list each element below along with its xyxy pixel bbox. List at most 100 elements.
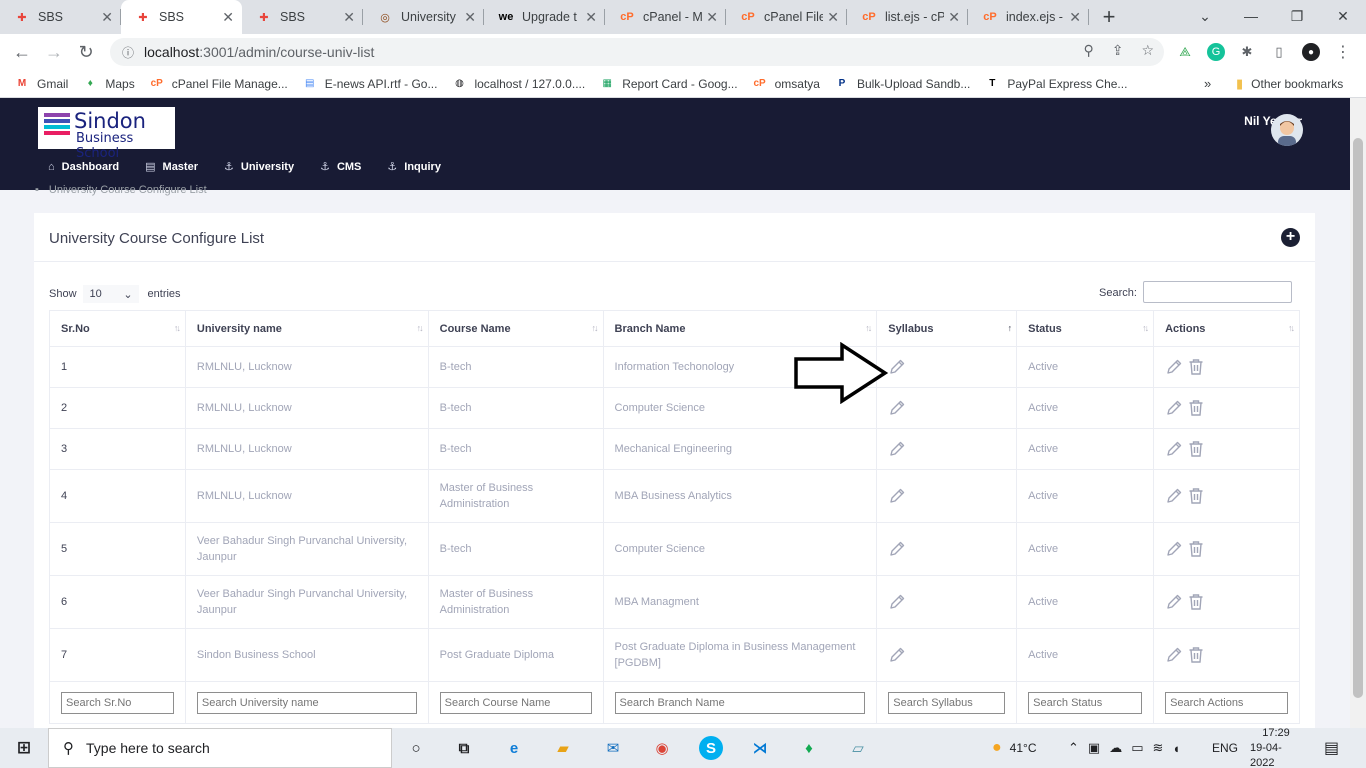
language-indicator[interactable]: ENG bbox=[1212, 728, 1238, 768]
entries-select[interactable]: 10 ⌄ bbox=[82, 285, 139, 303]
extensions-puzzle-icon[interactable]: ✱ bbox=[1238, 43, 1256, 61]
chevron-up-icon[interactable]: ⌃ bbox=[1068, 740, 1079, 756]
edge-icon[interactable]: e bbox=[502, 736, 526, 760]
bookmark-9[interactable]: T PayPal Express Che... bbox=[984, 76, 1127, 92]
bookmark-7[interactable]: cP omsatya bbox=[752, 76, 819, 92]
weather-widget[interactable]: ● 41°C bbox=[992, 728, 1036, 768]
tab-close-icon[interactable]: ✕ bbox=[948, 9, 960, 26]
edit-syllabus-icon[interactable] bbox=[888, 594, 906, 609]
edit-syllabus-icon[interactable] bbox=[888, 400, 906, 415]
filter-actions-input[interactable] bbox=[1165, 691, 1288, 714]
filter-branch-input[interactable] bbox=[614, 691, 866, 714]
zoom-icon[interactable]: ⚲ bbox=[1083, 42, 1093, 59]
add-button[interactable]: + bbox=[1281, 228, 1300, 247]
address-bar[interactable]: ⓘ localhost:3001/admin/course-univ-list … bbox=[110, 38, 1164, 66]
volume-icon[interactable]: ◖ bbox=[1172, 741, 1180, 756]
edit-syllabus-icon[interactable] bbox=[888, 488, 906, 503]
edit-icon[interactable] bbox=[1165, 647, 1183, 662]
delete-icon[interactable] bbox=[1187, 594, 1205, 610]
filter-syllabus-input[interactable] bbox=[888, 691, 1006, 714]
task-view-icon[interactable]: ⧉ bbox=[452, 736, 476, 760]
filter-course-input[interactable] bbox=[439, 691, 592, 714]
tab-close-icon[interactable]: ✕ bbox=[222, 9, 234, 26]
browser-tab-4[interactable]: ◎ University ✕ bbox=[363, 0, 484, 34]
edit-icon[interactable] bbox=[1165, 488, 1183, 503]
bookmark-star-icon[interactable]: ☆ bbox=[1141, 42, 1154, 59]
nav-master[interactable]: ▤ Master bbox=[145, 160, 198, 174]
bookmark-6[interactable]: ▦ Report Card - Goog... bbox=[599, 76, 737, 92]
vscode-icon[interactable]: ⋊ bbox=[748, 736, 772, 760]
page-scrollbar[interactable] bbox=[1350, 98, 1366, 728]
tab-close-icon[interactable]: ✕ bbox=[585, 9, 597, 26]
minimize-icon[interactable]: — bbox=[1228, 0, 1274, 32]
notifications-icon[interactable]: ▤ bbox=[1324, 728, 1339, 768]
profile-avatar[interactable]: ● bbox=[1302, 43, 1320, 61]
restore-icon[interactable]: ❐ bbox=[1274, 0, 1320, 32]
mail-icon[interactable]: ✉ bbox=[601, 736, 625, 760]
col-status[interactable]: Status ↑↓ bbox=[1016, 310, 1155, 347]
bookmark-3[interactable]: cP cPanel File Manage... bbox=[149, 76, 288, 92]
chrome-menu-icon[interactable]: ⋮ bbox=[1334, 43, 1352, 61]
new-tab-button[interactable]: + bbox=[1089, 0, 1129, 34]
site-logo[interactable]: Sindon Business School bbox=[38, 107, 175, 161]
edit-syllabus-icon[interactable] bbox=[888, 441, 906, 456]
filter-status-input[interactable] bbox=[1028, 691, 1143, 714]
site-info-icon[interactable]: ⓘ bbox=[122, 44, 134, 61]
app-icon[interactable]: ▱ bbox=[846, 736, 870, 760]
col-course[interactable]: Course Name ↑↓ bbox=[427, 310, 604, 347]
bookmarks-overflow-button[interactable]: » bbox=[1204, 76, 1211, 91]
bookmark-5[interactable]: ◍ localhost / 127.0.0.... bbox=[451, 76, 585, 92]
filter-sr-no-input[interactable] bbox=[61, 691, 174, 714]
edit-icon[interactable] bbox=[1165, 359, 1183, 374]
bookmark-4[interactable]: ▤ E-news API.rtf - Go... bbox=[302, 76, 437, 92]
browser-tab-2[interactable]: ✚ SBS ✕ bbox=[121, 0, 242, 34]
display-icon[interactable]: ▭ bbox=[1131, 740, 1143, 756]
edit-icon[interactable] bbox=[1165, 541, 1183, 556]
cortana-icon[interactable]: ○ bbox=[404, 736, 428, 760]
other-bookmarks[interactable]: ▮ Other bookmarks bbox=[1236, 76, 1343, 92]
nav-dashboard[interactable]: ⌂ Dashboard bbox=[48, 160, 119, 173]
mongodb-icon[interactable]: ♦ bbox=[797, 736, 821, 760]
browser-tab-5[interactable]: we Upgrade t ✕ bbox=[484, 0, 605, 34]
nav-university[interactable]: ⚓ University bbox=[224, 160, 294, 174]
file-explorer-icon[interactable]: ▰ bbox=[551, 736, 575, 760]
wifi-icon[interactable]: ≋ bbox=[1153, 740, 1164, 756]
share-icon[interactable]: ⇪ bbox=[1112, 42, 1124, 59]
col-actions[interactable]: Actions ↑↓ bbox=[1153, 310, 1300, 347]
delete-icon[interactable] bbox=[1187, 488, 1205, 504]
close-window-icon[interactable]: ✕ bbox=[1320, 0, 1366, 32]
forward-icon[interactable]: → bbox=[38, 36, 70, 68]
tab-search-icon[interactable]: ⌄ bbox=[1182, 0, 1228, 32]
delete-icon[interactable] bbox=[1187, 400, 1205, 416]
cloud-icon[interactable]: ☁ bbox=[1109, 740, 1122, 756]
edit-syllabus-icon[interactable] bbox=[888, 647, 906, 662]
scrollbar-thumb[interactable] bbox=[1353, 138, 1363, 698]
edit-icon[interactable] bbox=[1165, 594, 1183, 609]
delete-icon[interactable] bbox=[1187, 441, 1205, 457]
taskbar-search[interactable]: ⚲ Type here to search bbox=[48, 728, 392, 768]
tab-close-icon[interactable]: ✕ bbox=[464, 9, 476, 26]
extension-icon[interactable]: ⟁ bbox=[1176, 43, 1194, 61]
browser-tab-7[interactable]: cP cPanel File ✕ bbox=[726, 0, 847, 34]
tab-close-icon[interactable]: ✕ bbox=[101, 9, 113, 26]
camera-icon[interactable]: ▣ bbox=[1088, 740, 1100, 756]
browser-tab-3[interactable]: ✚ SBS ✕ bbox=[242, 0, 363, 34]
nav-cms[interactable]: ⚓ CMS bbox=[320, 160, 361, 174]
skype-icon[interactable]: S bbox=[699, 736, 723, 760]
user-avatar[interactable] bbox=[1271, 114, 1303, 146]
windows-start-icon[interactable]: ⊞ bbox=[12, 736, 36, 760]
tab-close-icon[interactable]: ✕ bbox=[343, 9, 355, 26]
chrome-icon[interactable]: ◉ bbox=[650, 736, 674, 760]
reload-icon[interactable]: ↻ bbox=[70, 36, 102, 68]
col-syllabus[interactable]: Syllabus ↑ bbox=[876, 310, 1018, 347]
browser-tab-6[interactable]: cP cPanel - M ✕ bbox=[605, 0, 726, 34]
delete-icon[interactable] bbox=[1187, 359, 1205, 375]
search-input[interactable] bbox=[1143, 281, 1292, 303]
delete-icon[interactable] bbox=[1187, 647, 1205, 663]
col-university[interactable]: University name ↑↓ bbox=[184, 310, 429, 347]
edit-syllabus-icon[interactable] bbox=[888, 541, 906, 556]
nav-inquiry[interactable]: ⚓ Inquiry bbox=[387, 160, 441, 174]
edit-syllabus-icon[interactable] bbox=[888, 359, 906, 374]
edit-icon[interactable] bbox=[1165, 441, 1183, 456]
tab-close-icon[interactable]: ✕ bbox=[1069, 9, 1081, 26]
